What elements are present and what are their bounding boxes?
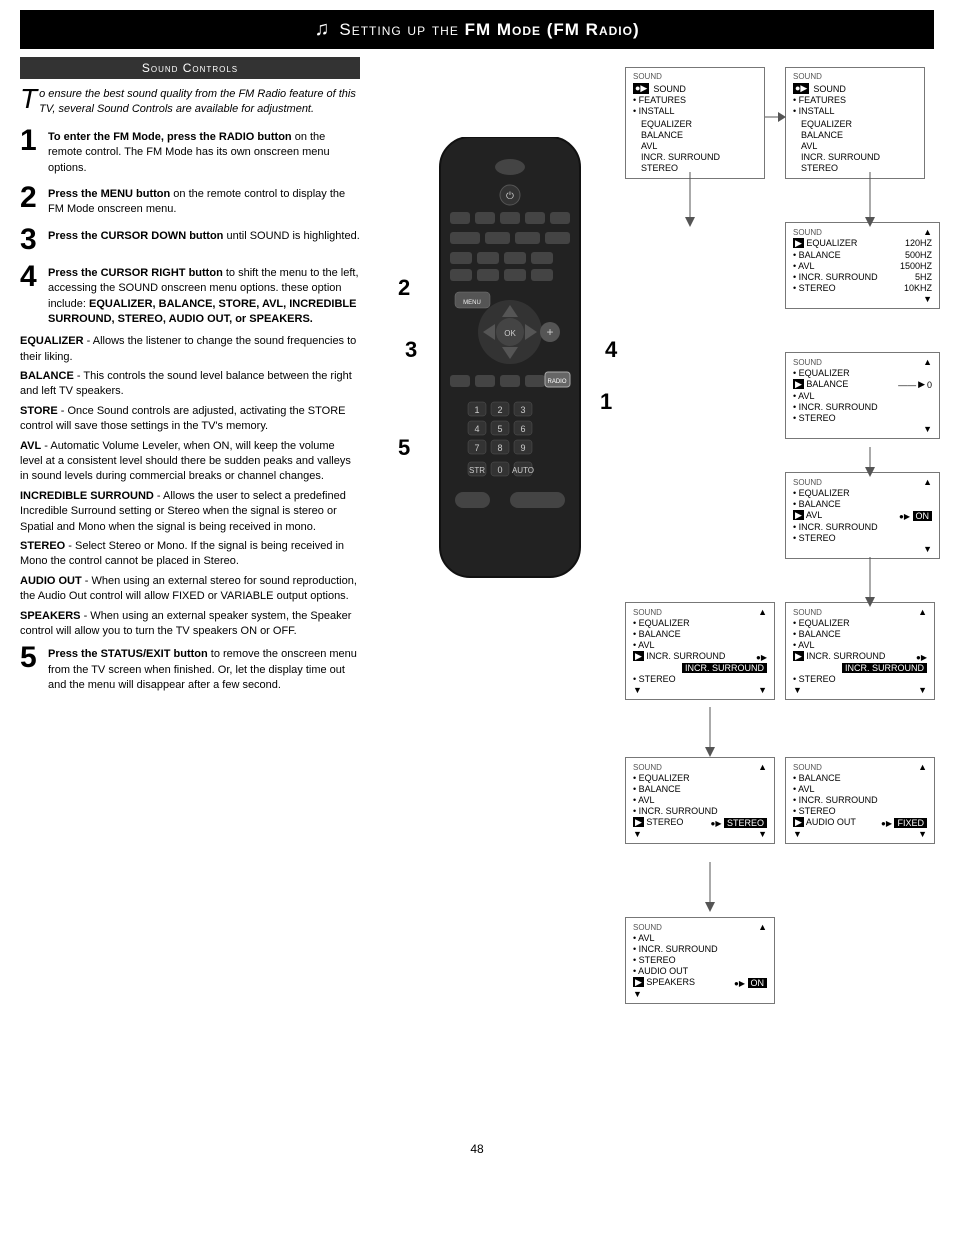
- svg-text:OK: OK: [504, 329, 516, 338]
- page-header: ♫ Setting up the FM Mode (FM Radio): [20, 10, 934, 49]
- svg-text:1: 1: [474, 405, 479, 415]
- right-column: ⏻: [370, 57, 940, 1137]
- svg-text:0: 0: [497, 465, 502, 475]
- header-title: Setting up the FM Mode (FM Radio): [339, 20, 639, 40]
- step-5: 5 Press the STATUS/EXIT button to remove…: [20, 643, 360, 693]
- step-3-label: 3: [405, 337, 417, 363]
- music-icon: ♫: [314, 18, 329, 41]
- step-2: 2 Press the MENU button on the remote co…: [20, 183, 360, 218]
- step-3: 3 Press the CURSOR DOWN button until SOU…: [20, 225, 360, 255]
- svg-text:8: 8: [497, 443, 502, 453]
- panel-speakers: SOUND ▲ • AVL • INCR. SURROUND • STEREO …: [625, 917, 775, 1004]
- step-4-label: 4: [605, 337, 617, 363]
- svg-text:MENU: MENU: [463, 300, 481, 306]
- panel-equalizer: SOUND ▲ ▶ EQUALIZER 120HZ • BALANCE500HZ…: [785, 222, 940, 309]
- svg-text:2: 2: [497, 405, 502, 415]
- step-4: 4 Press the CURSOR RIGHT button to shift…: [20, 262, 360, 328]
- panel-2: SOUND ●▶SOUND • FEATURES • INSTALL EQUAL…: [785, 67, 925, 179]
- svg-text:6: 6: [520, 424, 525, 434]
- step-2-label: 2: [398, 275, 410, 301]
- page-number: 48: [0, 1142, 954, 1156]
- step-5-label: 5: [398, 435, 410, 461]
- svg-text:STR: STR: [469, 466, 485, 475]
- remote-control: ⏻: [420, 137, 600, 600]
- left-column: Sound Controls To ensure the best sound …: [20, 57, 360, 1137]
- panel-stereo: SOUND ▲ • EQUALIZER • BALANCE • AVL • IN…: [625, 757, 775, 844]
- svg-text:+: +: [546, 325, 553, 339]
- section-heading: Sound Controls: [20, 57, 360, 79]
- panel-incr-left: SOUND ▲ • EQUALIZER • BALANCE • AVL ▶ IN…: [625, 602, 775, 700]
- step-1: 1 To enter the FM Mode, press the RADIO …: [20, 126, 360, 176]
- panel-incr-right: SOUND ▲ • EQUALIZER • BALANCE • AVL ▶ IN…: [785, 602, 935, 700]
- svg-text:RADIO: RADIO: [547, 379, 566, 385]
- intro-text: To ensure the best sound quality from th…: [20, 87, 360, 118]
- panel-balance: SOUND ▲ • EQUALIZER ▶ BALANCE ——▶0 • AVL…: [785, 352, 940, 439]
- step-1-label: 1: [600, 389, 612, 415]
- panel-avl: SOUND ▲ • EQUALIZER • BALANCE ▶ AVL ●▶ O…: [785, 472, 940, 559]
- svg-text:⏻: ⏻: [506, 191, 514, 202]
- svg-text:AUTO: AUTO: [512, 466, 534, 475]
- panel-audio-out: SOUND ▲ • BALANCE • AVL • INCR. SURROUND…: [785, 757, 935, 844]
- svg-text:3: 3: [520, 405, 525, 415]
- svg-text:7: 7: [474, 443, 479, 453]
- terms-section: EQUALIZER - Allows the listener to chang…: [20, 334, 360, 639]
- panel-1: SOUND ●▶SOUND • FEATURES • INSTALL EQUAL…: [625, 67, 765, 179]
- svg-text:9: 9: [520, 443, 525, 453]
- svg-text:4: 4: [474, 424, 479, 434]
- svg-text:5: 5: [497, 424, 502, 434]
